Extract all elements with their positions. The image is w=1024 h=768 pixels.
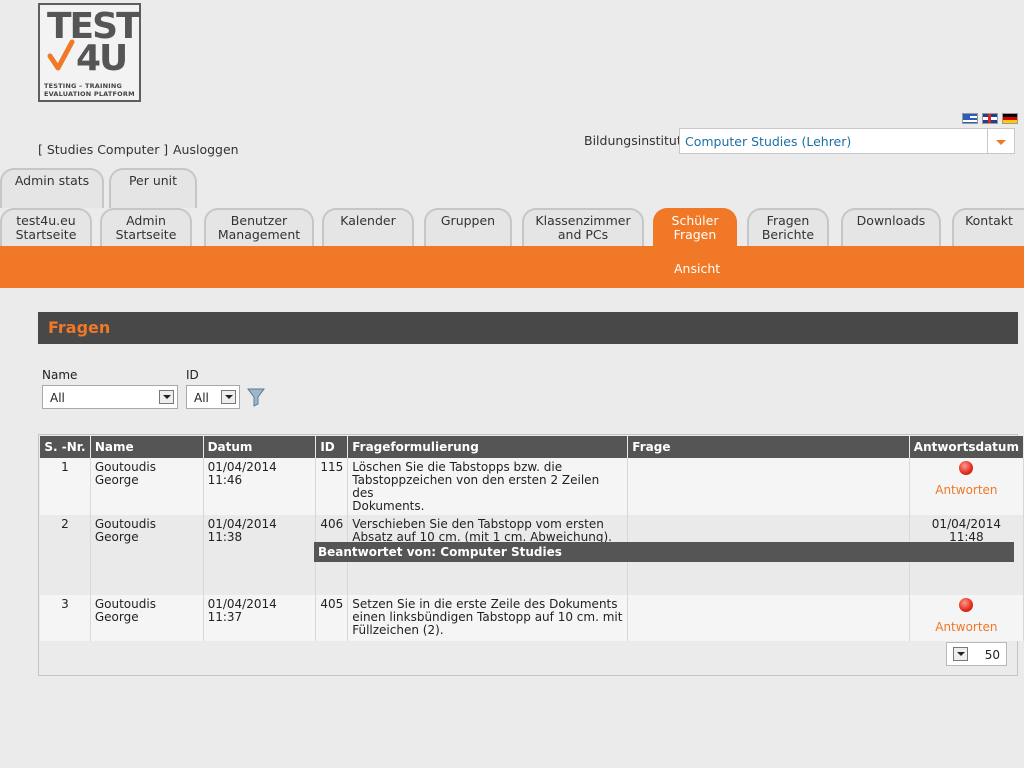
id-filter-value: All [194, 391, 209, 405]
chevron-down-icon[interactable] [987, 129, 1014, 153]
tab-label: Kalender [340, 213, 396, 228]
cell-datum: 01/04/2014 11:38 [203, 515, 317, 595]
german-flag-icon[interactable] [1002, 113, 1018, 124]
tab-label: Admin [126, 213, 166, 228]
table-row: 3 Goutoudis George 01/04/2014 11:37 405 … [40, 595, 1024, 641]
tab-klassenzimmer[interactable]: Klassenzimmer and PCs [522, 208, 644, 246]
tab-label: Kontakt [965, 213, 1013, 228]
cell-frage [627, 458, 910, 515]
logout-link[interactable]: Ausloggen [173, 142, 239, 157]
section-header [38, 312, 1018, 344]
tab-downloads[interactable]: Downloads [841, 208, 941, 246]
tab-label: Klassenzimmer [535, 213, 631, 228]
table-header-row: S. -Nr. Name Datum ID Frageformulierung … [40, 436, 1024, 458]
greek-flag-icon[interactable] [962, 113, 978, 124]
cell-name: Goutoudis George [90, 595, 204, 641]
cell-id: 115 [315, 458, 349, 515]
questions-table: S. -Nr. Name Datum ID Frageformulierung … [40, 436, 1024, 641]
institute-label: Bildungsinstitut: [584, 133, 686, 148]
answer-link[interactable]: Antworten [914, 484, 1019, 497]
status-dot-icon [959, 461, 974, 475]
col-header-antwortsdatum[interactable]: Antwortsdatum [909, 436, 1024, 458]
name-filter-select[interactable]: All [42, 385, 178, 409]
english-flag-icon[interactable] [982, 113, 998, 124]
tab-fragen-berichte[interactable]: Fragen Berichte [747, 208, 829, 246]
tab-per-unit[interactable]: Per unit [109, 168, 197, 208]
user-link[interactable]: [ Studies Computer ] [38, 142, 168, 157]
page-title: Fragen [48, 318, 111, 337]
tab-label: test4u.eu [16, 213, 76, 228]
tab-admin-stats[interactable]: Admin stats [0, 168, 104, 208]
tab-label: Management [217, 227, 301, 242]
tab-label: Benutzer [230, 213, 288, 228]
page-size-value: 50 [984, 648, 1000, 662]
cell-name: Goutoudis George [90, 458, 204, 515]
tab-label: Fragen [766, 213, 810, 228]
tab-label: and PCs [557, 227, 609, 242]
text-line: Füllzeichen (2). [352, 623, 444, 637]
institute-value: Computer Studies (Lehrer) [685, 134, 852, 149]
tab-label: Gruppen [440, 213, 496, 228]
cell-id: 405 [315, 595, 349, 641]
col-header-name[interactable]: Name [90, 436, 204, 458]
chevron-down-icon[interactable] [953, 647, 968, 661]
cell-datum: 01/04/2014 11:46 [203, 458, 317, 515]
cell-frageformulierung: Setzen Sie in die erste Zeile des Dokume… [347, 595, 629, 641]
logo-tagline: TESTING – TRAINING EVALUATION PLATFORM [44, 82, 135, 98]
tab-label: Schüler [671, 213, 719, 228]
tab-label: Admin stats [14, 173, 90, 188]
cell-antwortsdatum: Antworten [909, 458, 1024, 515]
page-size-select[interactable]: 50 [946, 642, 1007, 666]
id-filter-select[interactable]: All [186, 385, 240, 409]
status-dot-icon [959, 598, 974, 612]
col-header-nr[interactable]: S. -Nr. [40, 436, 91, 458]
cell-frage [627, 595, 910, 641]
chevron-down-icon[interactable] [159, 390, 174, 404]
tab-admin-startseite[interactable]: Admin Startseite [100, 208, 192, 246]
filter-icon[interactable] [246, 387, 266, 407]
tab-schueler-fragen[interactable]: Schüler Fragen [653, 208, 737, 246]
cell-antwortsdatum: Antworten [909, 595, 1024, 641]
col-header-datum[interactable]: Datum [203, 436, 317, 458]
cell-nr: 2 [40, 515, 91, 595]
tab-test4u-startseite[interactable]: test4u.eu Startseite [0, 208, 92, 246]
tab-label: Per unit [128, 173, 178, 188]
text-line: Tabstoppzeichen von den ersten 2 Zeilen … [352, 473, 600, 500]
cell-frageformulierung: Löschen Sie die Tabstopps bzw. die Tabst… [347, 458, 629, 515]
tab-label: Fragen [673, 227, 717, 242]
test4u-logo[interactable]: TEST 4U TESTING – TRAINING EVALUATION PL… [38, 3, 141, 102]
name-filter-value: All [50, 391, 65, 405]
subnav-ansicht[interactable]: Ansicht [674, 261, 720, 276]
answered-by-text: Beantwortet von: Computer Studies [318, 545, 562, 559]
cell-nr: 3 [40, 595, 91, 641]
cell-datum: 01/04/2014 11:37 [203, 595, 317, 641]
tab-gruppen[interactable]: Gruppen [424, 208, 512, 246]
tab-label: Downloads [856, 213, 926, 228]
table-row: 1 Goutoudis George 01/04/2014 11:46 115 … [40, 458, 1024, 515]
subnav-bar [0, 246, 1024, 288]
col-header-frageformulierung[interactable]: Frageformulierung [347, 436, 629, 458]
chevron-down-icon[interactable] [221, 390, 236, 404]
name-filter-label: Name [42, 368, 78, 382]
tab-kontakt[interactable]: Kontakt [952, 208, 1024, 246]
logo-text-4u: 4U [76, 38, 128, 79]
col-header-id[interactable]: ID [315, 436, 349, 458]
tab-label: Berichte [761, 227, 815, 242]
tab-label: Startseite [15, 227, 77, 242]
cell-name: Goutoudis George [90, 515, 204, 595]
institute-select[interactable]: Computer Studies (Lehrer) [679, 128, 1015, 154]
tab-label: Startseite [115, 227, 177, 242]
tab-kalender[interactable]: Kalender [322, 208, 414, 246]
id-filter-label: ID [186, 368, 199, 382]
cell-nr: 1 [40, 458, 91, 515]
answer-link[interactable]: Antworten [914, 621, 1019, 634]
text-line: Dokuments. [352, 499, 425, 513]
tab-benutzer-management[interactable]: Benutzer Management [204, 208, 314, 246]
checkmark-icon [47, 39, 75, 71]
col-header-frage[interactable]: Frage [627, 436, 910, 458]
